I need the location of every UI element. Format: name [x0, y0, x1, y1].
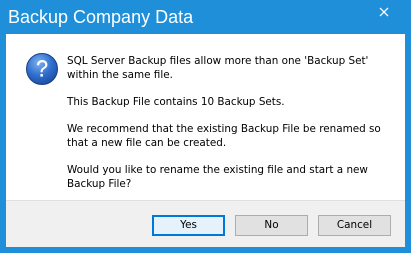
no-button[interactable]: No [235, 215, 308, 236]
message-line-4: Would you like to rename the existing fi… [67, 164, 368, 190]
message-text: SQL Server Backup files allow more than … [67, 54, 395, 204]
close-icon [379, 7, 389, 17]
window-bottom-border [0, 247, 411, 253]
window-title: Backup Company Data [8, 7, 194, 27]
yes-button[interactable]: Yes [152, 215, 225, 236]
message-line-3: We recommend that the existing Backup Fi… [67, 123, 381, 149]
title-bar[interactable]: Backup Company Data [0, 0, 411, 34]
button-bar: Yes No Cancel [6, 200, 405, 247]
cancel-button[interactable]: Cancel [318, 215, 391, 236]
dialog-body: SQL Server Backup files allow more than … [6, 34, 405, 200]
message-line-2: This Backup File contains 10 Backup Sets… [67, 96, 285, 108]
message-line-1: SQL Server Backup files allow more than … [67, 55, 369, 81]
dialog-window: Backup Company Data SQL Server Backup fi… [0, 0, 411, 253]
question-icon [26, 53, 58, 85]
close-button[interactable] [371, 1, 397, 23]
